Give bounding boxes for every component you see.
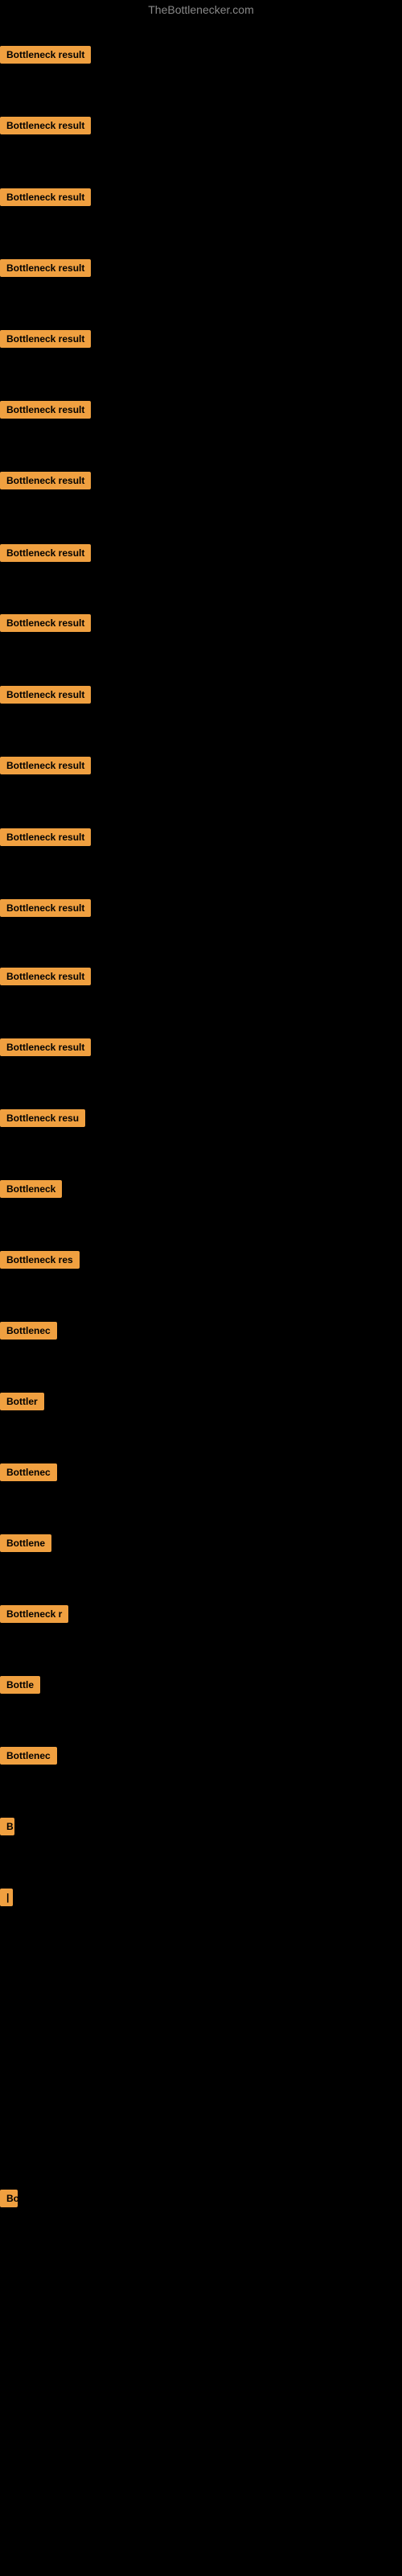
bottleneck-badge: Bottleneck result [0,757,91,774]
bottleneck-badge: | [0,1889,13,1906]
bottleneck-badge: Bottleneck result [0,1038,91,1056]
bottleneck-badge: Bottleneck result [0,330,91,348]
site-title: TheBottlenecker.com [0,0,402,19]
bottleneck-badge: Bottleneck result [0,188,91,206]
bottleneck-badge: Bo [0,2190,18,2207]
bottleneck-badge: Bottlenec [0,1747,57,1765]
bottleneck-badge: Bottleneck result [0,401,91,419]
bottleneck-badge: Bottlenec [0,1463,57,1481]
bottleneck-badge: Bottleneck result [0,614,91,632]
bottleneck-badge: Bottleneck result [0,472,91,489]
bottleneck-badge: Bottleneck resu [0,1109,85,1127]
bottleneck-badge: Bottleneck result [0,544,91,562]
site-title-text: TheBottlenecker.com [148,3,254,16]
bottleneck-badge: Bottlenec [0,1322,57,1340]
bottleneck-badge: Bottle [0,1676,40,1694]
bottleneck-badge: Bottleneck result [0,46,91,64]
bottleneck-badge: Bottleneck result [0,117,91,134]
bottleneck-badge: Bottleneck result [0,828,91,846]
bottleneck-badge: Bottlene [0,1534,51,1552]
bottleneck-badge: Bottleneck result [0,968,91,985]
bottleneck-badge: Bottleneck result [0,899,91,917]
bottleneck-badge: Bottleneck result [0,686,91,704]
bottleneck-badge: Bottleneck [0,1180,62,1198]
bottleneck-badge: Bottleneck r [0,1605,68,1623]
bottleneck-badge: Bottler [0,1393,44,1410]
bottleneck-badge: Bottleneck res [0,1251,80,1269]
bottleneck-badge: B [0,1818,14,1835]
bottleneck-badge: Bottleneck result [0,259,91,277]
